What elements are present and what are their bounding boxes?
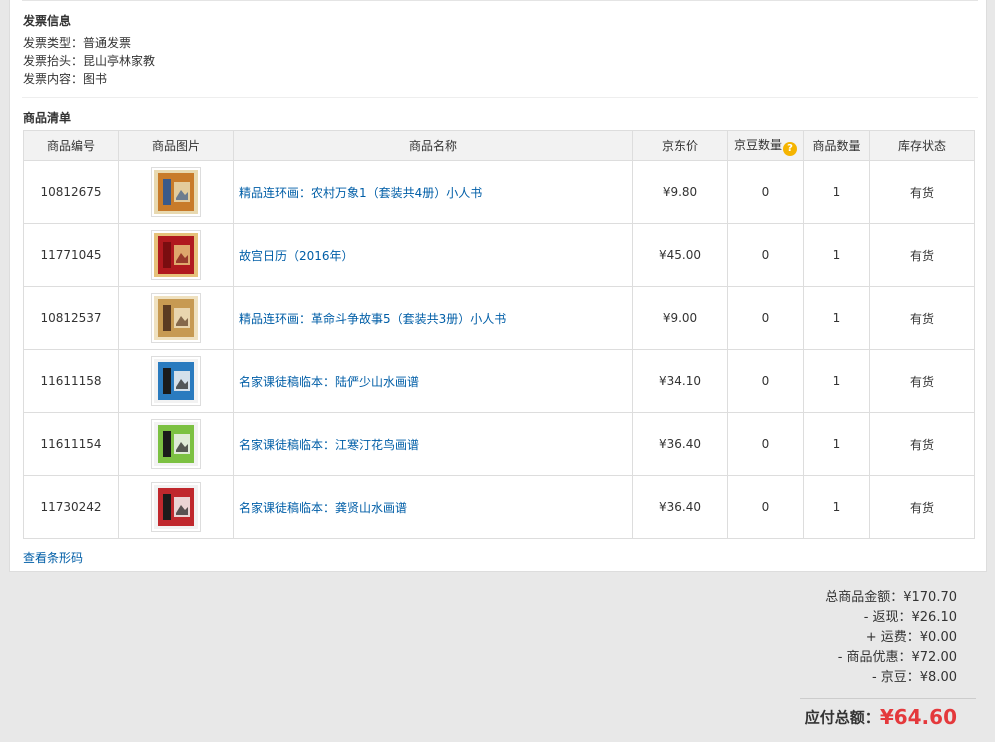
product-name-cell: 名家课徒稿临本：陆俨少山水画谱 (233, 349, 633, 413)
product-thumbnail[interactable] (151, 230, 201, 280)
summary-divider (800, 698, 976, 699)
invoice-section-title: 发票信息 (23, 14, 72, 28)
bean-count: 0 (727, 475, 804, 539)
view-barcode-link[interactable]: 查看条形码 (23, 549, 83, 566)
items-section-title: 商品清单 (23, 111, 72, 125)
product-thumbnail[interactable] (151, 167, 201, 217)
bean-count: 0 (727, 412, 804, 476)
invoice-type: 发票类型：普通发票 (23, 36, 132, 50)
book-cover-icon (154, 233, 198, 277)
bean-count: 0 (727, 160, 804, 224)
col-header-stock: 库存状态 (869, 130, 975, 161)
table-row: 11611154 名家课徒稿临本：江寒汀花鸟画谱 ¥36.40 0 1 有货 (23, 412, 975, 476)
product-id: 11611158 (23, 349, 119, 413)
goods-total: 总商品金额：¥170.70 (825, 590, 957, 605)
stock-status: 有货 (869, 160, 975, 224)
product-name-link[interactable]: 名家课徒稿临本：龚贤山水画谱 (239, 501, 407, 515)
stock-status: 有货 (869, 286, 975, 350)
stock-status: 有货 (869, 349, 975, 413)
product-quantity: 1 (803, 160, 870, 224)
product-id: 11771045 (23, 223, 119, 287)
product-image-cell (118, 475, 234, 539)
order-summary: 总商品金额：¥170.70 - 返现：¥26.10 + 运费：¥0.00 - 商… (825, 588, 957, 688)
invoice-content: 发票内容：图书 (23, 72, 108, 86)
product-id: 10812675 (23, 160, 119, 224)
section-divider (22, 97, 978, 98)
table-row: 11730242 名家课徒稿临本：龚贤山水画谱 ¥36.40 0 1 有货 (23, 475, 975, 539)
table-row: 10812675 精品连环画：农村万象1（套装共4册）小人书 ¥9.80 0 1 有货 (23, 160, 975, 224)
bean-count: 0 (727, 349, 804, 413)
book-cover-icon (154, 359, 198, 403)
payable-label: 应付总额： (804, 708, 880, 727)
beans-deduction: - 京豆：¥8.00 (871, 670, 957, 685)
product-name-cell: 名家课徒稿临本：江寒汀花鸟画谱 (233, 412, 633, 476)
items-table: 商品编号 商品图片 商品名称 京东价 京豆数量? 商品数量 库存状态 10812… (23, 130, 975, 539)
product-quantity: 1 (803, 412, 870, 476)
product-id: 10812537 (23, 286, 119, 350)
stock-status: 有货 (869, 223, 975, 287)
book-cover-icon (154, 170, 198, 214)
stock-status: 有货 (869, 475, 975, 539)
product-name-link[interactable]: 精品连环画：农村万象1（套装共4册）小人书 (239, 186, 482, 200)
product-name-cell: 精品连环画：革命斗争故事5（套装共3册）小人书 (233, 286, 633, 350)
product-image-cell (118, 223, 234, 287)
question-icon[interactable]: ? (783, 141, 797, 156)
bean-count: 0 (727, 286, 804, 350)
col-header-id: 商品编号 (23, 130, 119, 161)
product-price: ¥36.40 (632, 475, 728, 539)
product-name-cell: 名家课徒稿临本：龚贤山水画谱 (233, 475, 633, 539)
product-price: ¥34.10 (632, 349, 728, 413)
table-row: 10812537 精品连环画：革命斗争故事5（套装共3册）小人书 ¥9.00 0 1 有货 (23, 286, 975, 350)
payable-total: 应付总额：¥64.60 (805, 705, 957, 729)
product-price: ¥36.40 (632, 412, 728, 476)
product-name-link[interactable]: 精品连环画：革命斗争故事5（套装共3册）小人书 (239, 312, 506, 326)
payable-amount: ¥64.60 (879, 705, 957, 729)
product-image-cell (118, 286, 234, 350)
product-image-cell (118, 160, 234, 224)
product-image-cell (118, 349, 234, 413)
product-quantity: 1 (803, 286, 870, 350)
col-header-price: 京东价 (632, 130, 728, 161)
product-price: ¥9.80 (632, 160, 728, 224)
product-id: 11730242 (23, 475, 119, 539)
col-header-name: 商品名称 (233, 130, 633, 161)
invoice-header: 发票抬头：昆山亭林家教 (23, 54, 156, 68)
product-name-cell: 精品连环画：农村万象1（套装共4册）小人书 (233, 160, 633, 224)
shipping-fee: + 运费：¥0.00 (865, 630, 957, 645)
product-quantity: 1 (803, 475, 870, 539)
product-name-link[interactable]: 故宫日历（2016年） (239, 249, 354, 263)
product-image-cell (118, 412, 234, 476)
product-id: 11611154 (23, 412, 119, 476)
product-name-link[interactable]: 名家课徒稿临本：陆俨少山水画谱 (239, 375, 419, 389)
stock-status: 有货 (869, 412, 975, 476)
product-quantity: 1 (803, 223, 870, 287)
product-name-cell: 故宫日历（2016年） (233, 223, 633, 287)
table-row: 11771045 故宫日历（2016年） ¥45.00 0 1 有货 (23, 223, 975, 287)
product-name-link[interactable]: 名家课徒稿临本：江寒汀花鸟画谱 (239, 438, 419, 452)
col-header-image: 商品图片 (118, 130, 234, 161)
cashback: - 返现：¥26.10 (863, 610, 957, 625)
col-header-beans-label: 京豆数量 (733, 137, 782, 152)
order-detail-panel: 发票信息 发票类型：普通发票 发票抬头：昆山亭林家教 发票内容：图书 商品清单 … (9, 0, 987, 572)
goods-discount: - 商品优惠：¥72.00 (837, 650, 957, 665)
top-divider (22, 0, 978, 1)
product-price: ¥9.00 (632, 286, 728, 350)
book-cover-icon (154, 422, 198, 466)
book-cover-icon (154, 296, 198, 340)
product-thumbnail[interactable] (151, 482, 201, 532)
table-header-row: 商品编号 商品图片 商品名称 京东价 京豆数量? 商品数量 库存状态 (23, 130, 975, 161)
col-header-qty: 商品数量 (803, 130, 870, 161)
product-quantity: 1 (803, 349, 870, 413)
table-row: 11611158 名家课徒稿临本：陆俨少山水画谱 ¥34.10 0 1 有货 (23, 349, 975, 413)
col-header-beans: 京豆数量? (727, 130, 804, 161)
product-thumbnail[interactable] (151, 419, 201, 469)
product-thumbnail[interactable] (151, 293, 201, 343)
bean-count: 0 (727, 223, 804, 287)
product-thumbnail[interactable] (151, 356, 201, 406)
product-price: ¥45.00 (632, 223, 728, 287)
book-cover-icon (154, 485, 198, 529)
